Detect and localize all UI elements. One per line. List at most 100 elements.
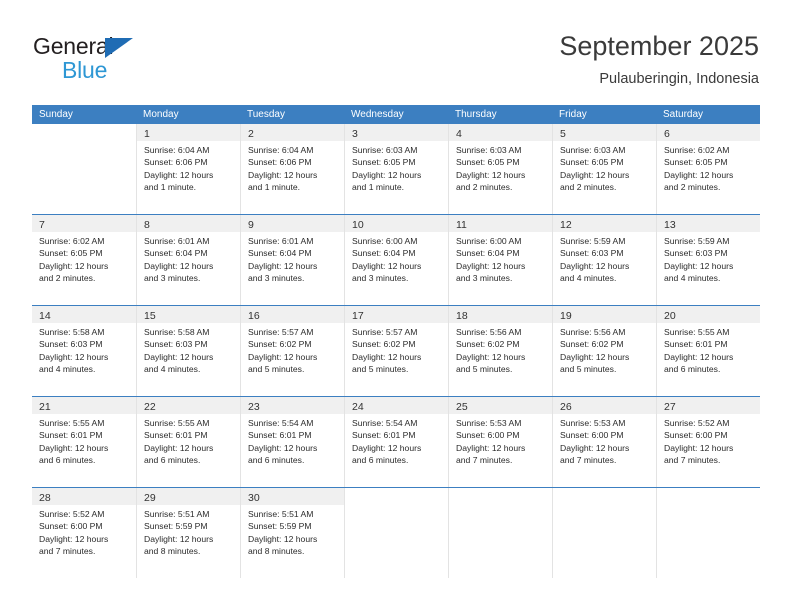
day-detail-body: Sunrise: 6:03 AM Sunset: 6:05 PM Daylight:…: [553, 141, 656, 194]
sunset-text: Sunset: 5:59 PM: [144, 521, 208, 532]
sunset-text: Sunset: 6:01 PM: [352, 430, 416, 441]
calendar-day-cell[interactable]: 2 Sunrise: 6:04 AM Sunset: 6:06 PM Daylight…: [240, 124, 344, 214]
calendar-day-cell[interactable]: 13 Sunrise: 5:59 AM Sunset: 6:03 PM Dayligh…: [656, 215, 760, 305]
daylight-text-line1: Daylight: 12 hours: [664, 442, 734, 453]
calendar-day-cell[interactable]: 1 Sunrise: 6:04 AM Sunset: 6:06 PM Daylight…: [136, 124, 240, 214]
calendar-day-cell[interactable]: 19 Sunrise: 5:56 AM Sunset: 6:02 PM Dayligh…: [552, 306, 656, 396]
day-number-band: 5: [553, 124, 656, 141]
weekday-header-wednesday: Wednesday: [351, 109, 404, 120]
day-detail-body: [553, 505, 656, 508]
sunset-text: Sunset: 6:05 PM: [664, 157, 728, 168]
calendar-day-cell[interactable]: 24 Sunrise: 5:54 AM Sunset: 6:01 PM Dayligh…: [344, 397, 448, 487]
day-number-band: 8: [137, 215, 240, 232]
calendar-day-cell[interactable]: 14 Sunrise: 5:58 AM Sunset: 6:03 PM Dayligh…: [32, 306, 136, 396]
day-detail-body: Sunrise: 5:59 AM Sunset: 6:03 PM Daylight:…: [553, 232, 656, 285]
day-number: 26: [560, 401, 572, 413]
calendar-day-cell[interactable]: 22 Sunrise: 5:55 AM Sunset: 6:01 PM Dayligh…: [136, 397, 240, 487]
daylight-text-line1: Daylight: 12 hours: [248, 533, 318, 544]
sunrise-text: Sunrise: 6:01 AM: [248, 236, 314, 246]
daylight-text-line1: Daylight: 12 hours: [456, 169, 526, 180]
calendar-day-cell[interactable]: 4 Sunrise: 6:03 AM Sunset: 6:05 PM Daylight…: [448, 124, 552, 214]
day-number: 8: [144, 219, 150, 231]
day-detail-body: Sunrise: 5:57 AM Sunset: 6:02 PM Daylight:…: [241, 323, 344, 376]
calendar-day-cell[interactable]: 12 Sunrise: 5:59 AM Sunset: 6:03 PM Dayligh…: [552, 215, 656, 305]
sunset-text: Sunset: 6:02 PM: [248, 339, 312, 350]
day-number: 17: [352, 310, 364, 322]
calendar-day-cell[interactable]: 7 Sunrise: 6:02 AM Sunset: 6:05 PM Daylight…: [32, 215, 136, 305]
daylight-text-line1: Daylight: 12 hours: [352, 260, 422, 271]
daylight-text-line2: and 3 minutes.: [352, 273, 409, 284]
brand-name-general: General: [33, 33, 114, 59]
calendar-day-cell[interactable]: 15 Sunrise: 5:58 AM Sunset: 6:03 PM Dayligh…: [136, 306, 240, 396]
daylight-text-line1: Daylight: 12 hours: [39, 533, 109, 544]
day-detail-body: Sunrise: 6:04 AM Sunset: 6:06 PM Daylight:…: [137, 141, 240, 194]
page-subtitle: Pulauberingin, Indonesia: [599, 71, 759, 87]
day-number: 13: [664, 219, 676, 231]
calendar-day-cell[interactable]: 10 Sunrise: 6:00 AM Sunset: 6:04 PM Dayligh…: [344, 215, 448, 305]
calendar-day-cell[interactable]: 3 Sunrise: 6:03 AM Sunset: 6:05 PM Daylight…: [344, 124, 448, 214]
calendar-day-cell[interactable]: 9 Sunrise: 6:01 AM Sunset: 6:04 PM Daylight…: [240, 215, 344, 305]
day-number-band: 13: [657, 215, 760, 232]
calendar-day-cell[interactable]: 23 Sunrise: 5:54 AM Sunset: 6:01 PM Dayligh…: [240, 397, 344, 487]
day-number-band: 7: [32, 215, 136, 232]
calendar-day-cell[interactable]: 20 Sunrise: 5:55 AM Sunset: 6:01 PM Dayligh…: [656, 306, 760, 396]
daylight-text-line2: and 7 minutes.: [39, 546, 96, 557]
sunrise-text: Sunrise: 5:51 AM: [144, 509, 210, 519]
sunrise-text: Sunrise: 5:55 AM: [39, 418, 105, 428]
calendar-day-cell[interactable]: 16 Sunrise: 5:57 AM Sunset: 6:02 PM Dayligh…: [240, 306, 344, 396]
calendar-day-cell[interactable]: 29 Sunrise: 5:51 AM Sunset: 5:59 PM Dayligh…: [136, 488, 240, 578]
calendar-day-cell[interactable]: 25 Sunrise: 5:53 AM Sunset: 6:00 PM Dayligh…: [448, 397, 552, 487]
sunrise-text: Sunrise: 5:57 AM: [248, 327, 314, 337]
calendar-day-cell[interactable]: 8 Sunrise: 6:01 AM Sunset: 6:04 PM Daylight…: [136, 215, 240, 305]
calendar-day-cell[interactable]: 18 Sunrise: 5:56 AM Sunset: 6:02 PM Dayligh…: [448, 306, 552, 396]
sunrise-text: Sunrise: 5:59 AM: [560, 236, 626, 246]
calendar-day-cell[interactable]: 11 Sunrise: 6:00 AM Sunset: 6:04 PM Dayligh…: [448, 215, 552, 305]
calendar-week-row: 7 Sunrise: 6:02 AM Sunset: 6:05 PM Daylight…: [32, 214, 760, 305]
brand-logo[interactable]: General Blue: [33, 33, 173, 83]
day-detail-body: Sunrise: 5:52 AM Sunset: 6:00 PM Daylight:…: [32, 505, 136, 558]
sunset-text: Sunset: 6:03 PM: [560, 248, 624, 259]
calendar-cell-empty: [552, 488, 656, 578]
calendar-day-cell[interactable]: 28 Sunrise: 5:52 AM Sunset: 6:00 PM Dayligh…: [32, 488, 136, 578]
day-number: 5: [560, 128, 566, 140]
day-number: 15: [144, 310, 156, 322]
sunrise-text: Sunrise: 6:02 AM: [664, 145, 730, 155]
calendar-grid: Sunday Monday Tuesday Wednesday Thursday Frid…: [32, 105, 760, 578]
calendar-day-cell[interactable]: 27 Sunrise: 5:52 AM Sunset: 6:00 PM Dayligh…: [656, 397, 760, 487]
sunrise-text: Sunrise: 6:02 AM: [39, 236, 105, 246]
weekday-header-friday: Friday: [559, 109, 587, 120]
weekday-header-monday: Monday: [143, 109, 179, 120]
calendar-day-cell[interactable]: 26 Sunrise: 5:53 AM Sunset: 6:00 PM Dayligh…: [552, 397, 656, 487]
day-number: 12: [560, 219, 572, 231]
sunset-text: Sunset: 6:02 PM: [352, 339, 416, 350]
calendar-day-cell[interactable]: 30 Sunrise: 5:51 AM Sunset: 5:59 PM Dayligh…: [240, 488, 344, 578]
sunrise-text: Sunrise: 5:52 AM: [664, 418, 730, 428]
daylight-text-line2: and 2 minutes.: [560, 182, 617, 193]
calendar-day-cell[interactable]: 21 Sunrise: 5:55 AM Sunset: 6:01 PM Dayligh…: [32, 397, 136, 487]
calendar-week-row: 21 Sunrise: 5:55 AM Sunset: 6:01 PM Dayligh…: [32, 396, 760, 487]
day-detail-body: Sunrise: 5:51 AM Sunset: 5:59 PM Daylight:…: [137, 505, 240, 558]
day-detail-body: Sunrise: 5:58 AM Sunset: 6:03 PM Daylight:…: [137, 323, 240, 376]
calendar-week-row: 14 Sunrise: 5:58 AM Sunset: 6:03 PM Dayligh…: [32, 305, 760, 396]
calendar-day-cell[interactable]: 17 Sunrise: 5:57 AM Sunset: 6:02 PM Dayligh…: [344, 306, 448, 396]
day-detail-body: Sunrise: 5:58 AM Sunset: 6:03 PM Daylight:…: [32, 323, 136, 376]
daylight-text-line2: and 3 minutes.: [248, 273, 305, 284]
day-number: 2: [248, 128, 254, 140]
day-number-band: 26: [553, 397, 656, 414]
day-number: 7: [39, 219, 45, 231]
day-number-band: 15: [137, 306, 240, 323]
sunrise-text: Sunrise: 6:03 AM: [352, 145, 418, 155]
sunrise-text: Sunrise: 6:03 AM: [456, 145, 522, 155]
calendar-weeks: 1 Sunrise: 6:04 AM Sunset: 6:06 PM Daylight…: [32, 124, 760, 578]
day-detail-body: Sunrise: 5:56 AM Sunset: 6:02 PM Daylight:…: [553, 323, 656, 376]
day-detail-body: Sunrise: 6:00 AM Sunset: 6:04 PM Daylight:…: [345, 232, 448, 285]
calendar-day-cell[interactable]: 6 Sunrise: 6:02 AM Sunset: 6:05 PM Daylight…: [656, 124, 760, 214]
day-number-band: 25: [449, 397, 552, 414]
day-number-band: 18: [449, 306, 552, 323]
day-number-band: 22: [137, 397, 240, 414]
daylight-text-line1: Daylight: 12 hours: [144, 533, 214, 544]
daylight-text-line2: and 2 minutes.: [39, 273, 96, 284]
weekday-header-sunday: Sunday: [39, 109, 73, 120]
calendar-day-cell[interactable]: 5 Sunrise: 6:03 AM Sunset: 6:05 PM Daylight…: [552, 124, 656, 214]
day-number: 25: [456, 401, 468, 413]
